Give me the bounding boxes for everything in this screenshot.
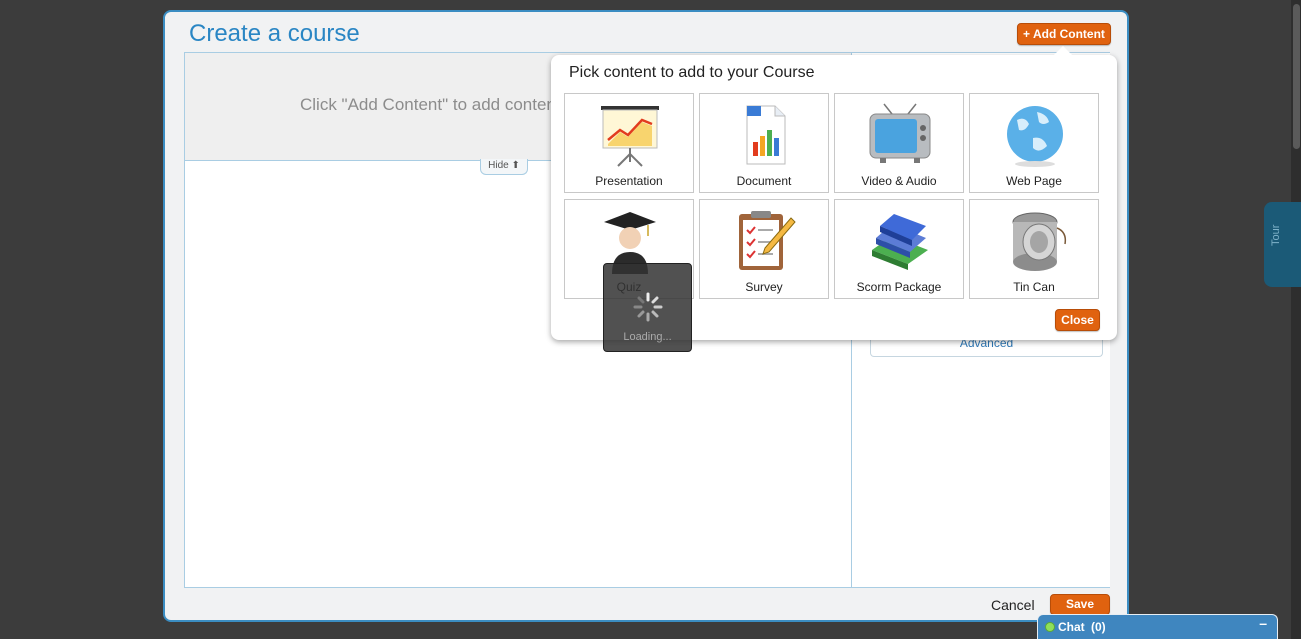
chat-bar[interactable]: Chat (0) – bbox=[1037, 614, 1278, 639]
banner-instruction: Click "Add Content" to add content bbox=[300, 95, 561, 114]
tile-label: Tin Can bbox=[1013, 280, 1055, 294]
popup-pointer bbox=[1053, 46, 1073, 56]
hide-label: Hide bbox=[488, 160, 509, 171]
page-scrollbar[interactable] bbox=[1291, 0, 1301, 639]
picker-title: Pick content to add to your Course bbox=[569, 64, 815, 81]
cancel-button[interactable]: Cancel bbox=[991, 597, 1035, 613]
chat-count: (0) bbox=[1091, 620, 1106, 634]
tv-icon bbox=[869, 103, 931, 163]
hide-banner-button[interactable]: Hide ⬆ bbox=[480, 159, 528, 175]
tile-label: Presentation bbox=[595, 174, 663, 188]
add-content-button[interactable]: + Add Content bbox=[1017, 23, 1111, 45]
tile-tin-can[interactable]: Tin Can bbox=[969, 199, 1099, 299]
tile-scorm-package[interactable]: Scorm Package bbox=[834, 199, 964, 299]
tile-document[interactable]: Document bbox=[699, 93, 829, 193]
tour-tab[interactable]: Tour bbox=[1264, 202, 1301, 287]
online-status-icon bbox=[1045, 622, 1055, 632]
tour-tab-label: Tour bbox=[1270, 224, 1282, 246]
globe-icon bbox=[1007, 106, 1063, 167]
clipboard-icon bbox=[739, 211, 796, 270]
tile-video-audio[interactable]: Video & Audio bbox=[834, 93, 964, 193]
tile-survey[interactable]: Survey bbox=[699, 199, 829, 299]
minimize-icon[interactable]: – bbox=[1259, 615, 1267, 631]
tile-web-page[interactable]: Web Page bbox=[969, 93, 1099, 193]
tile-label: Web Page bbox=[1006, 174, 1062, 188]
tile-presentation[interactable]: Presentation bbox=[564, 93, 694, 193]
loading-text: Loading... bbox=[623, 331, 672, 343]
scrollbar-thumb[interactable] bbox=[1293, 4, 1300, 149]
spinner-icon bbox=[633, 292, 663, 322]
books-icon bbox=[872, 214, 928, 270]
chevron-up-icon: ⬆ bbox=[511, 160, 520, 171]
document-icon bbox=[746, 105, 786, 165]
loading-overlay: Loading... bbox=[603, 263, 692, 352]
tile-label: Survey bbox=[745, 280, 783, 294]
save-button[interactable]: Save bbox=[1050, 594, 1110, 615]
chat-label: Chat bbox=[1058, 620, 1085, 634]
tile-label: Document bbox=[736, 174, 792, 188]
dialog-title: Create a course bbox=[189, 20, 360, 47]
presentation-icon bbox=[601, 106, 659, 167]
tile-label: Video & Audio bbox=[861, 174, 937, 188]
tile-label: Scorm Package bbox=[856, 280, 942, 294]
tin-can-icon bbox=[1012, 212, 1067, 271]
close-button[interactable]: Close bbox=[1055, 309, 1100, 331]
